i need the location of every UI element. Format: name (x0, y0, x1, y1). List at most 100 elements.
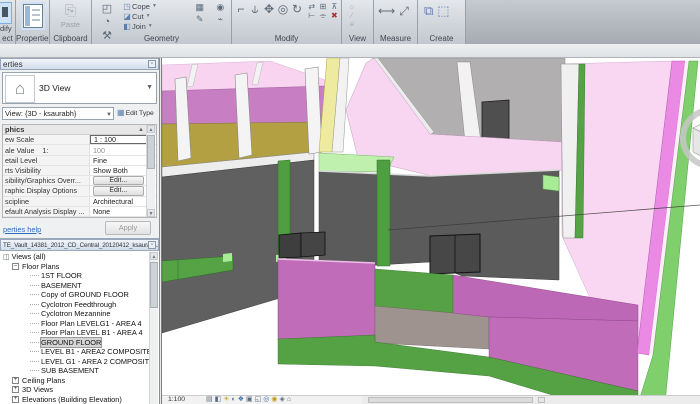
tree-item[interactable]: BASEMENT (0, 281, 150, 291)
tree-item-label[interactable]: LEVEL G1 - AREA 2 COMPOSITE PLAN (41, 357, 150, 366)
tree-item-label[interactable]: GROUND FLOOR (39, 336, 103, 348)
array-icon[interactable]: ⊞ (317, 2, 328, 11)
paint-icon[interactable]: ◉ (211, 2, 231, 13)
mirror-icon[interactable]: ⇄ (306, 2, 317, 11)
scrollbar-thumb[interactable] (147, 135, 155, 169)
tree-item[interactable]: LEVEL G1 - AREA 2 COMPOSITE PLAN (0, 357, 150, 367)
crop-region-icon[interactable]: ◱ (255, 396, 262, 404)
delete-icon[interactable]: ✖ (329, 11, 340, 20)
tree-item[interactable]: +3D Views (0, 385, 150, 395)
chevron-down-icon[interactable]: ▼ (152, 3, 157, 9)
tree-item[interactable]: – Floor Plans (0, 262, 150, 272)
drawing-area[interactable]: 1:100 ▤ ◧ ☀ ◐ ❖ ▣ ◱ ◎ ◉ ◈ ⌂ (161, 58, 700, 404)
properties-palette-icon[interactable] (23, 4, 43, 28)
tree-item-label[interactable]: LEVEL B1 - AREA2 COMPOSITE VIEW (41, 347, 150, 356)
tree-item-label[interactable]: SUB BASEMENT (41, 366, 99, 375)
unpin-icon[interactable]: ⊼ (329, 2, 340, 11)
linework-icon[interactable]: ∕ (348, 11, 355, 20)
tree-item[interactable]: SUB BASEMENT (0, 366, 150, 376)
measure-between-icon[interactable]: ⟷ (378, 4, 395, 19)
browser-title-bar[interactable]: TE_Vault_14381_2012_CD_Central_20120412_… (0, 239, 159, 251)
tree-item[interactable]: Copy of GROUND FLOOR (0, 290, 150, 300)
browser-pin-icon[interactable]: ▫ (148, 241, 156, 249)
tree-item-label[interactable]: Floor Plans (22, 262, 59, 271)
chevron-down-icon[interactable]: ▼ (146, 84, 153, 91)
apply-coping-icon[interactable]: ◔ (104, 16, 111, 28)
edit-button[interactable]: Edit... (93, 186, 144, 196)
temporary-hide-icon[interactable]: ◎ (263, 396, 269, 404)
tree-item[interactable]: 1ST FLOOR (0, 271, 150, 281)
chevron-down-icon[interactable]: ▼ (106, 110, 112, 119)
split-icon[interactable]: ⌯ (317, 11, 328, 20)
collapse-icon[interactable]: ▲ (138, 127, 144, 133)
paste-button[interactable]: ⎘ Paste (50, 2, 91, 29)
trim-icon[interactable]: ⊢ (306, 11, 317, 20)
align-icon[interactable]: ⌐ (234, 2, 248, 16)
tree-item-label[interactable]: Elevations (Building Elevation) (22, 395, 122, 404)
split-face-icon[interactable]: ▦ (190, 2, 210, 13)
property-value[interactable]: None (90, 207, 147, 216)
palette-pin-icon[interactable]: ▫ (148, 60, 156, 68)
tree-item-label[interactable]: 1ST FLOOR (41, 271, 82, 280)
copy-icon[interactable]: ◎ (276, 2, 290, 16)
chevron-down-icon[interactable]: ▼ (146, 13, 151, 19)
properties-help-link[interactable]: perties help (3, 225, 41, 234)
hide-icon[interactable]: ≡ (348, 20, 355, 29)
property-value[interactable]: 1 : 100 (90, 135, 147, 145)
tree-item-label[interactable]: Ceiling Plans (22, 376, 65, 385)
view-scale-button[interactable]: 1:100 (168, 396, 185, 403)
tree-item-label[interactable]: Cyclotron Feedthrough (41, 300, 116, 309)
tree-item-label[interactable]: 3D Views (22, 385, 53, 394)
scroll-up-icon[interactable]: ▲ (150, 252, 158, 260)
move-icon[interactable]: ✥ (262, 2, 276, 16)
property-value[interactable]: Edit... (90, 186, 147, 196)
tree-item[interactable]: + Elevations (Building Elevation) (0, 395, 150, 404)
cope-button[interactable]: ◳ Cope ▼ (122, 1, 188, 11)
tree-item[interactable]: Cyclotron Feedthrough (0, 300, 150, 310)
tree-item[interactable]: LEVEL B1 - AREA2 COMPOSITE VIEW (0, 347, 150, 357)
tree-item[interactable]: Floor Plan LEVEL B1 - AREA 4 (0, 328, 150, 338)
offset-icon[interactable]: ⫝ (248, 2, 262, 16)
sun-path-icon[interactable]: ☀ (223, 396, 229, 404)
detail-level-icon[interactable]: ▤ (206, 396, 213, 404)
tree-item[interactable]: + Ceiling Plans (0, 376, 150, 386)
create-assembly-icon[interactable]: ⬚ (437, 3, 449, 19)
modify-tool-button[interactable] (0, 2, 12, 24)
tree-item-label[interactable]: Floor Plan LEVEL B1 - AREA 4 (41, 328, 143, 337)
scroll-up-icon[interactable]: ▲ (147, 125, 155, 133)
shadows-icon[interactable]: ◐ (232, 396, 236, 404)
scrollbar-thumb[interactable] (368, 397, 533, 403)
tree-item-label[interactable]: Cyclotron Mezannine (41, 309, 110, 318)
join-button[interactable]: ◧ Join ▼ (122, 21, 188, 31)
reveal-hidden-icon[interactable]: ◉ (271, 396, 277, 404)
edit-type-button[interactable]: ▦Edit Type (117, 107, 157, 120)
constraints-icon[interactable]: ⌂ (287, 396, 291, 404)
tree-item[interactable]: GROUND FLOOR (0, 336, 150, 348)
measure-along-icon[interactable]: ⤢ (399, 4, 409, 19)
tree-item[interactable]: Floor Plan LEVELG1 - AREA 4 (0, 319, 150, 329)
expand-icon[interactable]: + (12, 386, 19, 394)
edit-button[interactable]: Edit... (93, 176, 144, 186)
chevron-down-icon[interactable]: ▼ (148, 23, 153, 29)
visual-style-icon[interactable]: ◧ (215, 396, 222, 404)
create-group-icon[interactable]: ⧉ (424, 3, 433, 19)
tree-item-label[interactable]: Floor Plan LEVELG1 - AREA 4 (41, 319, 142, 328)
rotate-icon[interactable]: ↻ (290, 2, 304, 16)
apply-button[interactable]: Apply (105, 221, 151, 235)
browser-scrollbar[interactable]: ▲ (149, 252, 158, 404)
expand-icon[interactable]: + (12, 395, 19, 403)
lightbulb-icon[interactable]: ☼ (348, 2, 355, 11)
wall-opening-icon[interactable]: ◰ (102, 2, 112, 15)
properties-scrollbar[interactable]: ▲ ▼ (146, 125, 155, 217)
wall-joins-icon[interactable]: ⌁ (211, 14, 231, 25)
scrollbar-box[interactable] (538, 397, 545, 403)
tree-item[interactable]: ◫ Views (all) (0, 252, 150, 262)
property-value[interactable]: Show Both (90, 166, 147, 175)
cut-button[interactable]: ◪ Cut ▼ (122, 11, 188, 21)
scrollbar-thumb[interactable] (150, 262, 158, 308)
tree-item[interactable]: Cyclotron Mezannine (0, 309, 150, 319)
graphics-section-header[interactable]: phics ▲ (3, 125, 156, 136)
crop-view-icon[interactable]: ▣ (246, 396, 253, 404)
expand-icon[interactable]: + (12, 376, 19, 384)
view-selector-combo[interactable]: View: {3D - ksaurabh} ▼ (2, 107, 114, 120)
